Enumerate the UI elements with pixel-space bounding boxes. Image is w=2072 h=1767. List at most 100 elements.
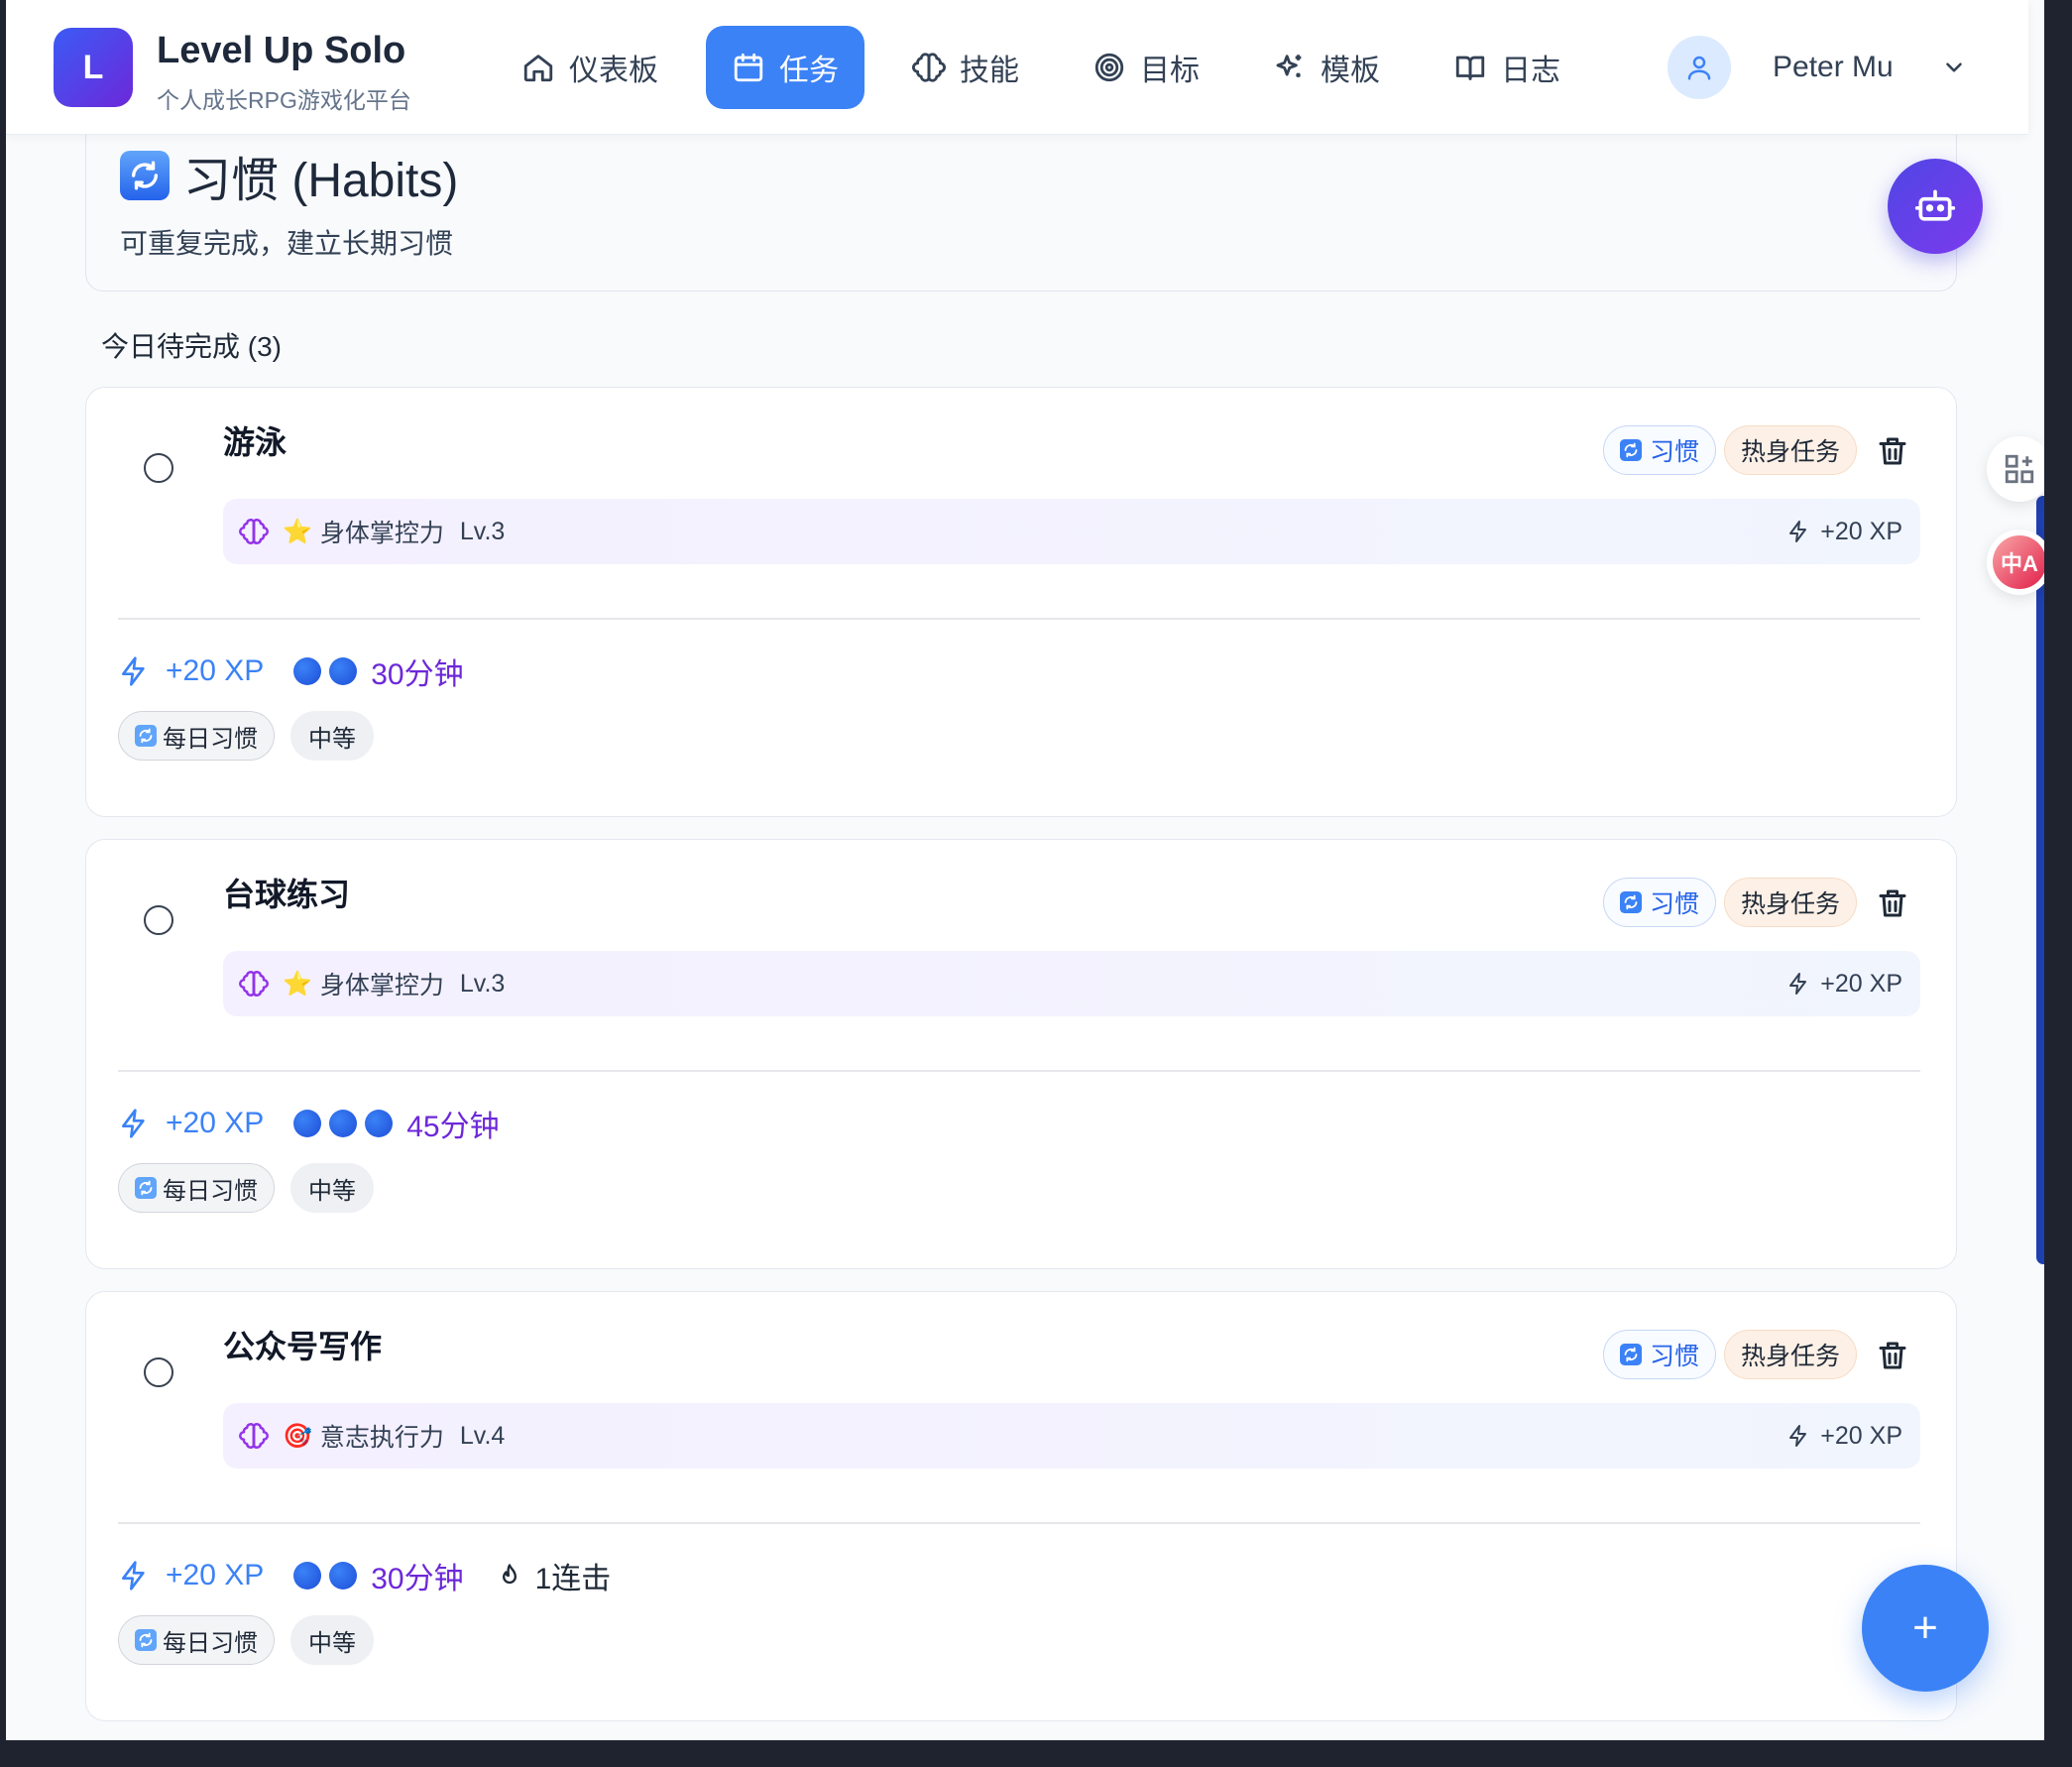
energy-dot (365, 1110, 394, 1137)
nav-tasks[interactable]: 任务 (706, 26, 864, 109)
habit-badge-label: 习惯 (1650, 890, 1700, 918)
skill-level: Lv.4 (459, 1421, 506, 1450)
apps-widget-button[interactable] (1987, 436, 2044, 502)
repeat-icon (135, 1177, 157, 1199)
energy-dot (329, 1562, 358, 1590)
energy-dots (293, 657, 358, 685)
ai-assistant-button[interactable] (1888, 159, 1983, 254)
task-meta-row: +20 XP 45分钟 (118, 1098, 500, 1149)
skill-name: 身体掌控力 (319, 972, 444, 1000)
habit-badge-label: 习惯 (1650, 1343, 1700, 1370)
task-card: 台球练习 习惯 热身任务 ⭐ 身体掌控力 Lv.3 +20 XP +20 XP (85, 839, 1957, 1269)
translate-widget-button[interactable]: 中A (1987, 530, 2044, 595)
skill-level: Lv.3 (459, 969, 506, 998)
task-card: 游泳 习惯 热身任务 ⭐ 身体掌控力 Lv.3 +20 XP +20 XP 30… (85, 387, 1957, 817)
streak-label: 1连击 (534, 1563, 612, 1595)
skill-xp-value: +20 XP (1820, 969, 1902, 998)
energy-dot (293, 1110, 322, 1137)
nav-goals[interactable]: 目标 (1067, 26, 1225, 109)
nav-journal-label: 日志 (1501, 55, 1560, 87)
repeat-icon (1620, 1344, 1642, 1365)
section-subtitle: 可重复完成，建立长期习惯 (120, 228, 454, 259)
section-header: 习惯 (Habits) 可重复完成，建立长期习惯 (85, 117, 1957, 292)
lightning-icon (122, 1561, 145, 1590)
habit-badge: 习惯 (1603, 1330, 1717, 1379)
streak-counter: 1连击 (496, 1554, 612, 1597)
trash-icon[interactable] (1875, 885, 1910, 921)
skill-link-bar[interactable]: 🎯 意志执行力 Lv.4 +20 XP (223, 1403, 1920, 1469)
tag-difficulty: 中等 (290, 711, 374, 761)
task-duration: 30分钟 (371, 658, 464, 691)
today-pending-label: 今日待完成 (3) (101, 331, 283, 362)
task-duration: 45分钟 (406, 1111, 500, 1143)
user-icon (1687, 56, 1711, 80)
nav-journal[interactable]: 日志 (1428, 26, 1586, 109)
repeat-icon (120, 151, 170, 200)
user-menu[interactable]: Peter Mu (1644, 24, 1987, 111)
task-xp: +20 XP (166, 654, 265, 687)
chevron-down-icon (1945, 62, 1962, 72)
skill-link-bar[interactable]: ⭐ 身体掌控力 Lv.3 +20 XP (223, 499, 1920, 564)
skill-xp-value: +20 XP (1820, 1421, 1902, 1450)
translate-icon: 中A (1993, 535, 2044, 589)
nav-skills[interactable]: 技能 (886, 26, 1045, 109)
nav-skills-label: 技能 (960, 55, 1019, 87)
category-badge: 热身任务 (1724, 1330, 1858, 1379)
star-icon: ⭐ (283, 518, 312, 545)
energy-dot (293, 657, 322, 685)
category-badge: 热身任务 (1724, 425, 1858, 475)
repeat-icon (135, 1629, 157, 1651)
tag-daily-habit: 每日习惯 (118, 1163, 275, 1213)
skill-xp-value: +20 XP (1820, 517, 1902, 545)
brain-icon (239, 971, 269, 997)
tag-daily-habit-label: 每日习惯 (163, 1177, 258, 1205)
target-icon: 🎯 (283, 1422, 312, 1450)
skill-link-bar[interactable]: ⭐ 身体掌控力 Lv.3 +20 XP (223, 951, 1920, 1016)
brain-icon (912, 53, 946, 82)
repeat-icon (1620, 439, 1642, 461)
lightning-icon (1789, 521, 1807, 542)
skill-name: 意志执行力 (319, 1424, 444, 1452)
divider (118, 618, 1920, 620)
add-task-button[interactable]: + (1862, 1565, 1989, 1692)
nav-templates[interactable]: 模板 (1247, 26, 1406, 109)
brain-icon (239, 1423, 269, 1449)
energy-dot (329, 1110, 358, 1137)
trash-icon[interactable] (1875, 433, 1910, 469)
task-title: 台球练习 (223, 877, 351, 912)
skill-xp: +20 XP (1786, 1403, 1902, 1469)
scrollbar[interactable] (2036, 496, 2044, 1264)
section-title: 习惯 (Habits) (120, 141, 458, 210)
task-duration: 30分钟 (371, 1563, 464, 1595)
nav-templates-label: 模板 (1321, 55, 1380, 87)
tag-daily-habit: 每日习惯 (118, 711, 275, 761)
task-xp: +20 XP (166, 1107, 265, 1139)
target-icon (1094, 53, 1124, 82)
lightning-icon (1789, 973, 1807, 995)
task-complete-checkbox[interactable] (144, 453, 173, 483)
energy-dots (293, 1110, 394, 1137)
nav-dashboard[interactable]: 仪表板 (496, 26, 684, 109)
category-badge: 热身任务 (1724, 878, 1858, 927)
trash-icon[interactable] (1875, 1338, 1910, 1373)
divider (118, 1522, 1920, 1524)
task-card: 公众号写作 习惯 热身任务 🎯 意志执行力 Lv.4 +20 XP +20 XP (85, 1291, 1957, 1721)
task-meta-row: +20 XP 30分钟 1连击 (118, 1550, 611, 1601)
task-complete-checkbox[interactable] (144, 905, 173, 935)
task-meta-row: +20 XP 30分钟 (118, 646, 464, 697)
section-title-text: 习惯 (Habits) (183, 155, 459, 207)
habit-badge: 习惯 (1603, 878, 1717, 927)
energy-dot (329, 657, 358, 685)
task-complete-checkbox[interactable] (144, 1357, 173, 1387)
energy-dots (293, 1562, 358, 1590)
app-window: L Level Up Solo 个人成长RPG游戏化平台 仪表板 任务 技能 目… (6, 0, 2044, 1740)
tag-row: 每日习惯 中等 (118, 1163, 374, 1213)
book-icon (1455, 56, 1485, 80)
app-logo[interactable]: L (54, 28, 133, 107)
lightning-icon (1789, 1425, 1807, 1447)
app-subtitle: 个人成长RPG游戏化平台 (157, 87, 411, 113)
app-title: Level Up Solo (157, 30, 406, 71)
nav-dashboard-label: 仪表板 (569, 55, 658, 87)
repeat-icon (1620, 891, 1642, 913)
tag-row: 每日习惯 中等 (118, 1615, 374, 1665)
